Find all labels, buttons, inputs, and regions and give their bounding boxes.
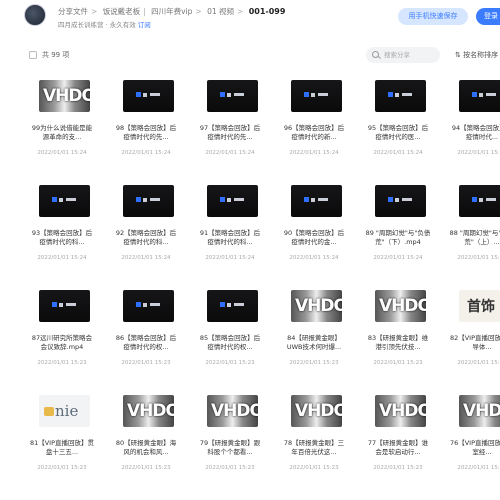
search-placeholder: 搜索分享 <box>384 51 410 59</box>
file-name[interactable]: 83【研报黄金眼】维港引顶先伏技... <box>365 334 431 352</box>
video-thumbnail[interactable] <box>123 185 174 217</box>
video-thumbnail[interactable] <box>459 395 500 427</box>
video-thumbnail[interactable] <box>459 80 500 112</box>
file-date: 2022/01/01 15:23 <box>205 360 255 366</box>
file-name[interactable]: 90【策略会回放】后疫情时代的金... <box>281 229 347 247</box>
video-thumbnail[interactable] <box>291 395 342 427</box>
video-thumbnail[interactable] <box>375 290 426 322</box>
video-thumbnail[interactable] <box>123 80 174 112</box>
file-date: 2022/01/01 15:24 <box>373 150 423 156</box>
file-date: 2022/01/01 15:23 <box>205 465 255 471</box>
login-button[interactable]: 登录 <box>476 8 500 25</box>
video-thumbnail[interactable] <box>207 290 258 322</box>
breadcrumb-item[interactable]: 分享文件 <box>58 7 88 16</box>
file-name[interactable]: 85【策略会回放】后疫情时代的权... <box>197 334 263 352</box>
video-thumbnail[interactable] <box>39 80 90 112</box>
file-name[interactable]: 91【策略会回放】后疫情时代的科... <box>197 229 263 247</box>
file-toolbar: 共 99 项 搜索分享 ⇅ 按名称排序 <box>0 44 500 68</box>
file-date: 2022/01/01 15:23 <box>373 465 423 471</box>
file-name[interactable]: 77【研报黄金眼】谁会是软启动行... <box>365 439 431 457</box>
breadcrumb-item[interactable]: 饭说戴老板 <box>103 7 141 16</box>
file-date: 2022/01/01 15:23 <box>457 360 500 366</box>
file-name[interactable]: 93【策略会回放】后疫情时代的科... <box>29 229 95 247</box>
file-name[interactable]: 95【策略会回放】后疫情时代的医... <box>365 124 431 142</box>
video-thumbnail[interactable] <box>123 395 174 427</box>
file-name[interactable]: 78【研报黄金眼】三年百倍光伏这... <box>281 439 347 457</box>
video-thumbnail[interactable] <box>207 80 258 112</box>
file-date: 2022/01/01 15:23 <box>373 360 423 366</box>
sort-icon: ⇅ <box>455 51 464 59</box>
video-thumbnail[interactable] <box>375 185 426 217</box>
file-name[interactable]: 86【策略会回放】后疫情时代的权... <box>113 334 179 352</box>
file-name[interactable]: 96【策略会回放】后疫情时代的新... <box>281 124 347 142</box>
video-thumbnail[interactable] <box>291 290 342 322</box>
file-name[interactable]: 84【研报黄金眼】UWB技术何时爆... <box>281 334 347 352</box>
breadcrumb-item[interactable]: 四川年费vip <box>151 7 192 16</box>
video-thumbnail[interactable] <box>207 395 258 427</box>
breadcrumb-item[interactable]: 01 视频 <box>207 7 234 16</box>
file-name[interactable]: 81【VIP直播回放】贯盘十三五... <box>29 439 95 457</box>
video-thumbnail[interactable] <box>207 185 258 217</box>
file-date: 2022/01/01 15:24 <box>289 150 339 156</box>
file-date: 2022/01/01 15:23 <box>289 360 339 366</box>
file-date: 2022/01/01 15:23 <box>121 360 171 366</box>
file-name[interactable]: 76【VIP直播回放】辟室经... <box>449 439 500 457</box>
file-date: 2022/01/01 15:23 <box>121 465 171 471</box>
file-name[interactable]: 99为什么说借能是能源革命的支... <box>29 124 95 142</box>
file-date: 2022/01/01 15:24 <box>457 150 500 156</box>
top-bar: 分享文件 > 饭说戴老板 | 四川年费vip > 01 视频 > 001-099 四月成… <box>0 0 500 44</box>
video-thumbnail[interactable] <box>291 185 342 217</box>
file-date: 2022/01/01 15:24 <box>457 255 500 261</box>
file-name[interactable]: 79【研报黄金眼】跟科股个个都看... <box>197 439 263 457</box>
subscribe-link[interactable]: 订阅 <box>138 21 151 29</box>
video-thumbnail[interactable] <box>291 80 342 112</box>
file-date: 2022/01/01 15:23 <box>289 465 339 471</box>
file-date: 2022/01/01 15:23 <box>37 465 87 471</box>
file-name[interactable]: 87远川研究所策略会 会议致辞.mp4 <box>29 334 95 352</box>
sort-label: 按名称排序 <box>463 51 499 59</box>
file-date: 2022/01/01 15:24 <box>121 150 171 156</box>
search-icon <box>372 51 379 58</box>
file-date: 2022/01/01 15:24 <box>37 255 87 261</box>
video-thumbnail[interactable] <box>39 185 90 217</box>
share-info: 四月成长训练营 · 永久有效 订阅 <box>58 19 151 29</box>
select-all-checkbox[interactable] <box>29 51 37 59</box>
file-date: 2022/01/01 15:23 <box>457 465 500 471</box>
current-folder: 001-099 <box>248 7 286 16</box>
file-name[interactable]: 82【VIP直播回放】半导体... <box>449 334 500 352</box>
file-date: 2022/01/01 15:24 <box>289 255 339 261</box>
file-name[interactable]: 88 "周期幻觉"与"负债荒"（上）... <box>449 229 500 247</box>
file-name[interactable]: 92【策略会回放】后疫情时代的科... <box>113 229 179 247</box>
sort-button[interactable]: ⇅ 按名称排序 <box>455 50 498 60</box>
file-name[interactable]: 94【策略会回放】后疫情时代... <box>449 124 500 142</box>
save-to-phone-button[interactable]: 用手机快速保存 <box>398 8 468 25</box>
video-thumbnail[interactable] <box>39 395 90 427</box>
file-name[interactable]: 98【策略会回放】后疫情时代的先... <box>113 124 179 142</box>
file-date: 2022/01/01 15:24 <box>121 255 171 261</box>
search-input[interactable]: 搜索分享 <box>366 47 440 63</box>
video-thumbnail[interactable] <box>459 290 500 322</box>
video-thumbnail[interactable] <box>375 80 426 112</box>
file-name[interactable]: 97【策略会回放】后疫情时代的先... <box>197 124 263 142</box>
video-thumbnail[interactable] <box>459 185 500 217</box>
file-name[interactable]: 89 "周期幻觉"与"负债荒"（下）.mp4 <box>365 229 431 247</box>
item-count: 共 99 项 <box>42 51 70 59</box>
file-date: 2022/01/01 15:24 <box>205 255 255 261</box>
sharer-text: 四月成长训练营 · 永久有效 <box>58 21 136 29</box>
video-thumbnail[interactable] <box>123 290 174 322</box>
file-date: 2022/01/01 15:23 <box>37 360 87 366</box>
file-date: 2022/01/01 15:24 <box>205 150 255 156</box>
video-thumbnail[interactable] <box>375 395 426 427</box>
file-name[interactable]: 80【研报黄金眼】海风的机会和风... <box>113 439 179 457</box>
video-thumbnail[interactable] <box>39 290 90 322</box>
breadcrumb: 分享文件 > 饭说戴老板 | 四川年费vip > 01 视频 > 001-099 <box>58 7 286 16</box>
file-date: 2022/01/01 15:24 <box>373 255 423 261</box>
file-date: 2022/01/01 15:24 <box>37 150 87 156</box>
avatar[interactable] <box>24 4 46 26</box>
